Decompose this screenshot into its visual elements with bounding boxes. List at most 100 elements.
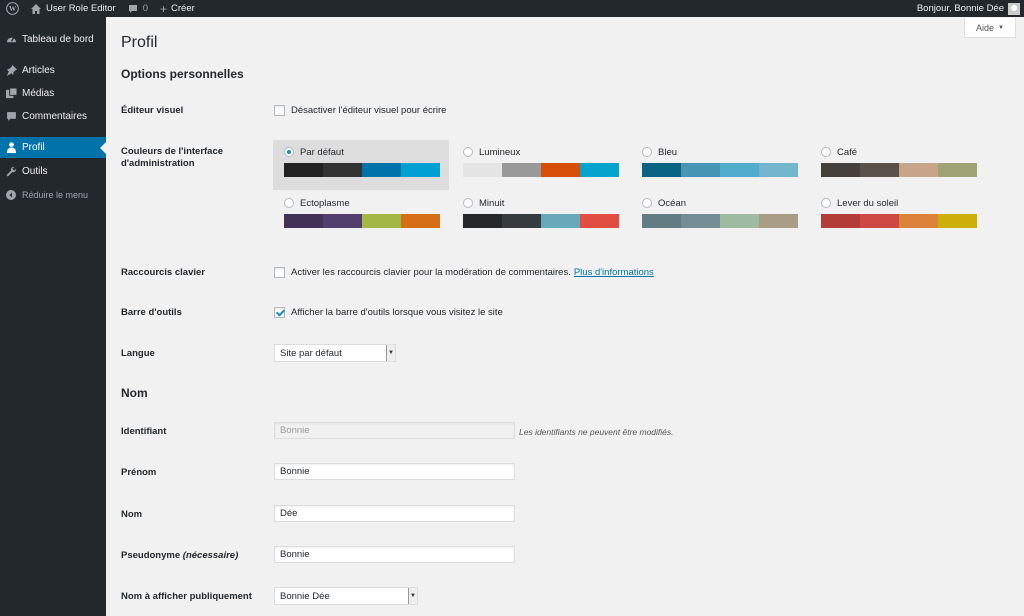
sidebar-item-profile[interactable]: Profil (0, 137, 106, 158)
collapse-menu-button[interactable]: Réduire le menu (0, 184, 106, 205)
admin-colors-label: Couleurs de l'interface d'administration (121, 146, 223, 170)
new-content-link[interactable]: + Créer (154, 0, 201, 17)
color-swatch (681, 163, 720, 177)
sidebar-item-tools[interactable]: Outils (0, 161, 106, 182)
color-swatch (463, 163, 502, 177)
first-name-label: Prénom (121, 467, 157, 478)
visual-editor-option: Désactiver l'éditeur visuel pour écrire (274, 105, 446, 116)
color-scheme-name: Océan (658, 197, 686, 209)
chevron-down-icon: ▼ (408, 588, 417, 604)
color-scheme-label: Ectoplasme (284, 197, 438, 209)
color-scheme-radio[interactable] (463, 147, 473, 157)
help-tab-button[interactable]: Aide ▼ (964, 18, 1016, 38)
username-value: Bonnie (280, 425, 310, 436)
main-content: Aide ▼ Profil Options personnelles Édite… (106, 17, 1024, 616)
color-scheme-name: Lever du soleil (837, 197, 899, 209)
shortcuts-option: Activer les raccourcis clavier pour la m… (274, 267, 654, 278)
color-swatches (821, 163, 977, 177)
color-scheme-option[interactable]: Lumineux (452, 140, 628, 190)
color-swatch (759, 163, 798, 177)
color-swatch (502, 214, 541, 228)
my-account-link[interactable]: Bonjour, Bonnie Dée (911, 0, 1024, 17)
site-name-link[interactable]: User Role Editor (25, 0, 122, 17)
shortcuts-checkbox[interactable] (274, 267, 285, 278)
color-scheme-radio[interactable] (463, 198, 473, 208)
display-name-select[interactable]: Bonnie Dée ▼ (274, 587, 418, 605)
color-swatches (642, 214, 798, 228)
sidebar-item-articles[interactable]: Articles (0, 60, 106, 81)
sidebar-item-comments[interactable]: Commentaires (0, 106, 106, 127)
color-scheme-name: Bleu (658, 146, 678, 158)
color-scheme-label: Bleu (642, 146, 796, 158)
comment-icon (128, 4, 138, 14)
language-select[interactable]: Site par défaut ▼ (274, 344, 396, 362)
color-scheme-option[interactable]: Lever du soleil (810, 191, 986, 241)
last-name-label: Nom (121, 509, 143, 520)
comments-link[interactable]: 0 (122, 0, 154, 17)
color-scheme-radio[interactable] (642, 147, 652, 157)
nickname-label-text: Pseudonyme (121, 550, 181, 561)
site-name: User Role Editor (46, 3, 116, 14)
color-scheme-option[interactable]: Par défaut (273, 140, 449, 190)
color-scheme-label: Café (821, 146, 975, 158)
greeting: Bonjour, Bonnie Dée (916, 3, 1004, 14)
username-input: Bonnie (274, 422, 515, 439)
last-name-value: Dée (280, 508, 298, 519)
sidebar-item-label: Outils (22, 166, 48, 177)
color-swatch (323, 214, 362, 228)
color-swatch (284, 214, 323, 228)
color-swatch (642, 214, 681, 228)
last-name-input[interactable]: Dée (274, 505, 515, 522)
color-scheme-label: Lumineux (463, 146, 617, 158)
first-name-input[interactable]: Bonnie (274, 463, 515, 480)
wordpress-logo-icon[interactable]: W (0, 0, 25, 17)
color-swatches (821, 214, 977, 228)
language-label: Langue (121, 348, 155, 359)
admin-sidebar: Tableau de bord Articles Médias Commenta… (0, 17, 106, 616)
nickname-input[interactable]: Bonnie (274, 546, 515, 563)
color-swatch (759, 214, 798, 228)
color-scheme-option[interactable]: Café (810, 140, 986, 190)
pin-icon (0, 65, 22, 76)
color-swatch (821, 163, 860, 177)
color-swatch (362, 214, 401, 228)
color-scheme-radio[interactable] (284, 198, 294, 208)
more-info-link[interactable]: Plus d'informations (574, 267, 654, 278)
color-swatch (821, 214, 860, 228)
display-name-label: Nom à afficher publiquement (121, 591, 252, 602)
media-icon (0, 88, 22, 99)
sidebar-item-media[interactable]: Médias (0, 83, 106, 104)
admin-bar: W User Role Editor 0 + Créer Bonjour, Bo… (0, 0, 1024, 17)
color-scheme-option[interactable]: Ectoplasme (273, 191, 449, 241)
color-scheme-radio[interactable] (821, 147, 831, 157)
color-swatch (938, 214, 977, 228)
visual-editor-checkbox[interactable] (274, 105, 285, 116)
color-swatch (284, 163, 323, 177)
toolbar-checkbox[interactable] (274, 307, 285, 318)
color-scheme-option[interactable]: Océan (631, 191, 807, 241)
color-scheme-radio[interactable] (642, 198, 652, 208)
avatar (1008, 2, 1020, 15)
chevron-down-icon: ▼ (998, 24, 1004, 31)
color-scheme-option[interactable]: Minuit (452, 191, 628, 241)
collapse-arrow-icon (0, 189, 22, 200)
nickname-value: Bonnie (280, 549, 310, 560)
color-scheme-name: Minuit (479, 197, 505, 209)
visual-editor-checkbox-label: Désactiver l'éditeur visuel pour écrire (291, 105, 447, 116)
page-title: Profil (121, 34, 158, 51)
sidebar-item-label: Profil (22, 142, 45, 153)
toolbar-label: Barre d'outils (121, 307, 182, 318)
nickname-label: Pseudonyme (nécessaire) (121, 550, 238, 562)
language-select-value: Site par défaut (280, 347, 342, 359)
color-scheme-label: Minuit (463, 197, 617, 209)
color-swatches (284, 214, 440, 228)
user-icon (0, 142, 22, 153)
dashboard-icon (0, 34, 22, 45)
chevron-down-icon: ▼ (386, 345, 395, 361)
color-swatches (284, 163, 440, 177)
color-scheme-radio[interactable] (284, 147, 294, 157)
color-scheme-radio[interactable] (821, 198, 831, 208)
color-scheme-option[interactable]: Bleu (631, 140, 807, 190)
color-scheme-name: Ectoplasme (300, 197, 350, 209)
sidebar-item-dashboard[interactable]: Tableau de bord (0, 29, 106, 50)
